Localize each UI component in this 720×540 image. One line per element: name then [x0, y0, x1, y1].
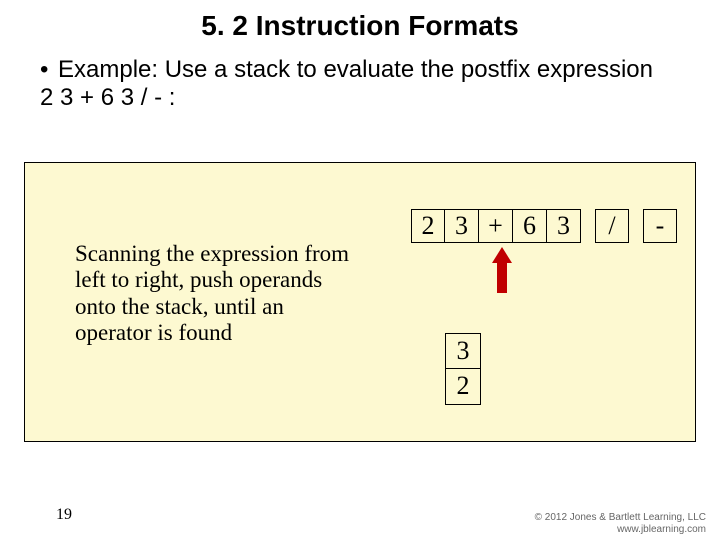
- token-cell: 6: [513, 209, 547, 243]
- copyright-url: www.jblearning.com: [535, 524, 706, 536]
- stack-column: 3 2: [445, 333, 481, 405]
- token-cell: +: [479, 209, 513, 243]
- bullet-dot: •: [40, 56, 58, 84]
- example-bullet: •Example: Use a stack to evaluate the po…: [40, 56, 660, 112]
- copyright-line: © 2012 Jones & Bartlett Learning, LLC: [535, 512, 706, 524]
- token-cell: -: [643, 209, 677, 243]
- token-cell: 2: [411, 209, 445, 243]
- slide: 5. 2 Instruction Formats •Example: Use a…: [0, 10, 720, 540]
- content-panel: Scanning the expression from left to rig…: [24, 162, 696, 442]
- bullet-text: Example: Use a stack to evaluate the pos…: [40, 56, 653, 111]
- pointer-arrow-icon: [493, 247, 511, 293]
- token-gap: [581, 209, 595, 243]
- token-row: 2 3 + 6 3 / -: [411, 209, 677, 243]
- token-cell: /: [595, 209, 629, 243]
- token-gap: [629, 209, 643, 243]
- token-cell: 3: [547, 209, 581, 243]
- stack-cell: 3: [445, 333, 481, 369]
- token-cell: 3: [445, 209, 479, 243]
- page-number: 19: [56, 506, 72, 524]
- slide-title: 5. 2 Instruction Formats: [0, 10, 720, 42]
- stack-cell: 2: [445, 369, 481, 405]
- description-text: Scanning the expression from left to rig…: [75, 241, 365, 347]
- copyright-notice: © 2012 Jones & Bartlett Learning, LLC ww…: [535, 512, 706, 536]
